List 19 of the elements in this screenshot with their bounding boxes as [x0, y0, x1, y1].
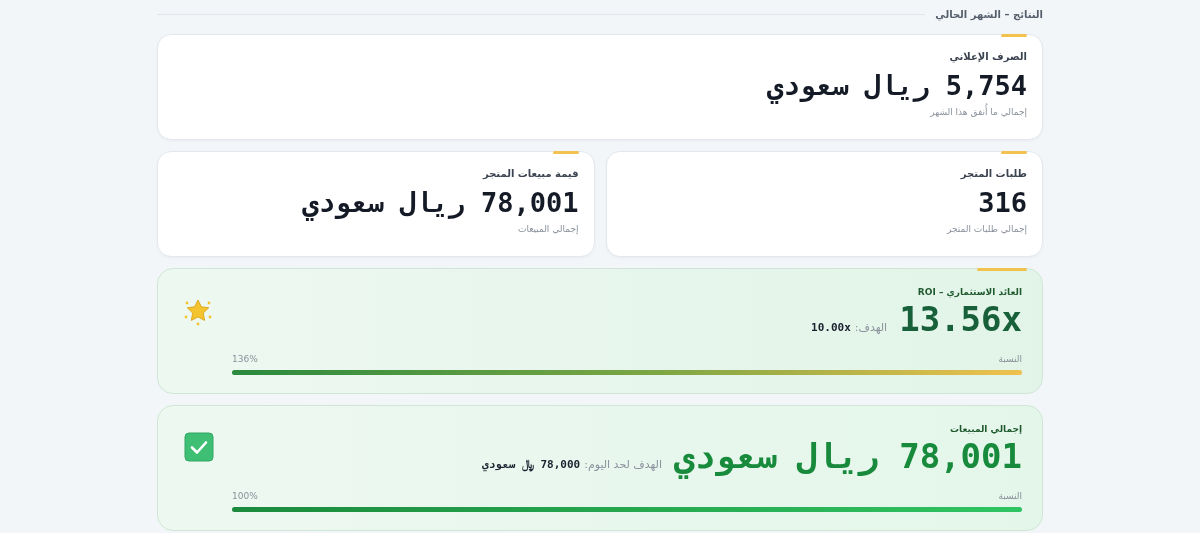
check-icon	[184, 432, 214, 462]
target-label: الهدف:	[854, 321, 888, 334]
section-title: النتائج – الشهر الحالي	[935, 8, 1043, 20]
progress-percent: 136%	[232, 354, 258, 364]
goal-title: إجمالي المبيعات	[950, 424, 1022, 434]
progress-label: النسبة	[998, 491, 1022, 501]
card-title: الصرف الإعلاني	[949, 51, 1027, 62]
card-subtitle: إجمالي طلبات المتجر	[947, 224, 1027, 234]
progress-percent: 100%	[232, 491, 258, 501]
card-subtitle: إجمالي المبيعات	[517, 224, 579, 234]
goal-value: 13.56x	[899, 299, 1022, 339]
target-label: الهدف لحد اليوم:	[584, 458, 662, 471]
target-value: 78,000 ﷼ سعودي	[482, 458, 581, 471]
card-title: قيمة مبيعات المتجر	[482, 168, 579, 179]
progress-label: النسبة	[998, 354, 1022, 364]
card-title: طلبات المتجر	[960, 168, 1027, 179]
card-value: 316	[978, 187, 1027, 218]
goal-title: العائد الاستثماري – ROI	[917, 287, 1022, 297]
target-value: 10.00x	[811, 321, 851, 334]
